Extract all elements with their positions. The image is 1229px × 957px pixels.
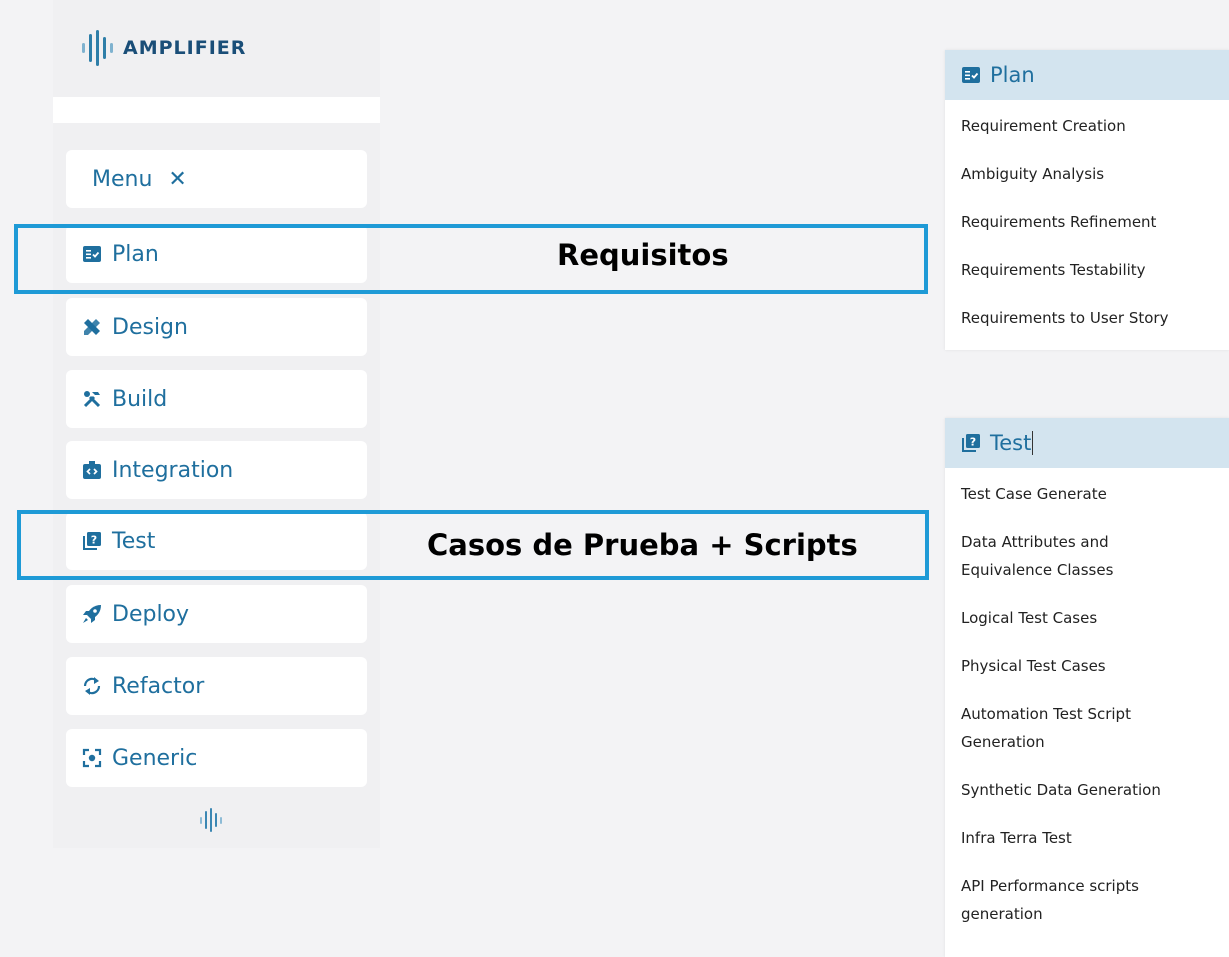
waveform-logo-icon	[82, 30, 113, 66]
plan-panel-header: Plan	[945, 50, 1229, 100]
test-item-test-case-generate[interactable]: Test Case Generate	[945, 480, 1229, 508]
sidebar-item-refactor[interactable]: Refactor	[66, 657, 367, 715]
plan-panel-title: Plan	[990, 63, 1035, 87]
text-cursor	[1032, 431, 1034, 455]
menu-toggle-button[interactable]: Menu ✕	[66, 150, 367, 208]
focus-icon	[82, 748, 102, 768]
sidebar-item-label: Design	[112, 314, 188, 340]
plan-panel: Plan Requirement Creation Ambiguity Anal…	[945, 50, 1229, 350]
sidebar-item-build[interactable]: Build	[66, 370, 367, 428]
test-item-synthetic-data-generation[interactable]: Synthetic Data Generation	[945, 776, 1229, 804]
test-panel: ? Test Test Case Generate Data Attribute…	[945, 418, 1229, 957]
test-panel-title: Test	[990, 431, 1032, 455]
test-item-automation-script-generation[interactable]: Automation Test Script Generation	[945, 700, 1187, 756]
wrench-hammer-icon	[82, 389, 102, 409]
app-logo: AMPLIFIER	[82, 28, 246, 68]
menu-label: Menu	[92, 166, 153, 192]
test-item-logical-test-cases[interactable]: Logical Test Cases	[945, 604, 1229, 632]
rocket-icon	[82, 604, 102, 624]
sidebar-item-label: Generic	[112, 745, 198, 771]
plan-item-requirements-testability[interactable]: Requirements Testability	[945, 246, 1229, 294]
sidebar-item-generic[interactable]: Generic	[66, 729, 367, 787]
plan-item-requirements-refinement[interactable]: Requirements Refinement	[945, 198, 1229, 246]
refresh-icon	[82, 676, 102, 696]
test-item-api-performance-scripts[interactable]: API Performance scripts generation	[945, 872, 1187, 928]
test-item-data-attributes[interactable]: Data Attributes and Equivalence Classes	[945, 528, 1177, 584]
sidebar-item-integration[interactable]: Integration	[66, 441, 367, 499]
sidebar-item-design[interactable]: Design	[66, 298, 367, 356]
header-divider	[53, 97, 380, 123]
close-icon[interactable]: ✕	[168, 167, 186, 192]
test-panel-header: ? Test	[945, 418, 1229, 468]
test-annotation-label: Casos de Prueba + Scripts	[427, 528, 858, 562]
brand-name: AMPLIFIER	[123, 37, 247, 59]
test-item-infra-terra-test[interactable]: Infra Terra Test	[945, 824, 1229, 852]
design-tools-icon	[82, 317, 102, 337]
sidebar-item-label: Refactor	[112, 673, 205, 699]
sidebar-item-deploy[interactable]: Deploy	[66, 585, 367, 643]
plan-item-requirements-to-user-story[interactable]: Requirements to User Story	[945, 294, 1229, 342]
svg-text:?: ?	[970, 436, 976, 449]
plan-item-requirement-creation[interactable]: Requirement Creation	[945, 102, 1229, 150]
test-question-icon: ?	[961, 433, 981, 453]
plan-annotation-label: Requisitos	[557, 238, 729, 272]
integration-icon	[82, 460, 102, 480]
sidebar-item-label: Build	[112, 386, 168, 412]
footer-waveform-icon	[200, 808, 222, 832]
plan-item-ambiguity-analysis[interactable]: Ambiguity Analysis	[945, 150, 1229, 198]
sidebar-item-label: Integration	[112, 457, 234, 483]
test-item-physical-test-cases[interactable]: Physical Test Cases	[945, 652, 1229, 680]
sidebar: AMPLIFIER Menu ✕ Plan Design Build Integ…	[53, 0, 380, 848]
plan-highlight-box	[14, 224, 928, 294]
checklist-icon	[961, 65, 981, 85]
sidebar-item-label: Deploy	[112, 601, 190, 627]
